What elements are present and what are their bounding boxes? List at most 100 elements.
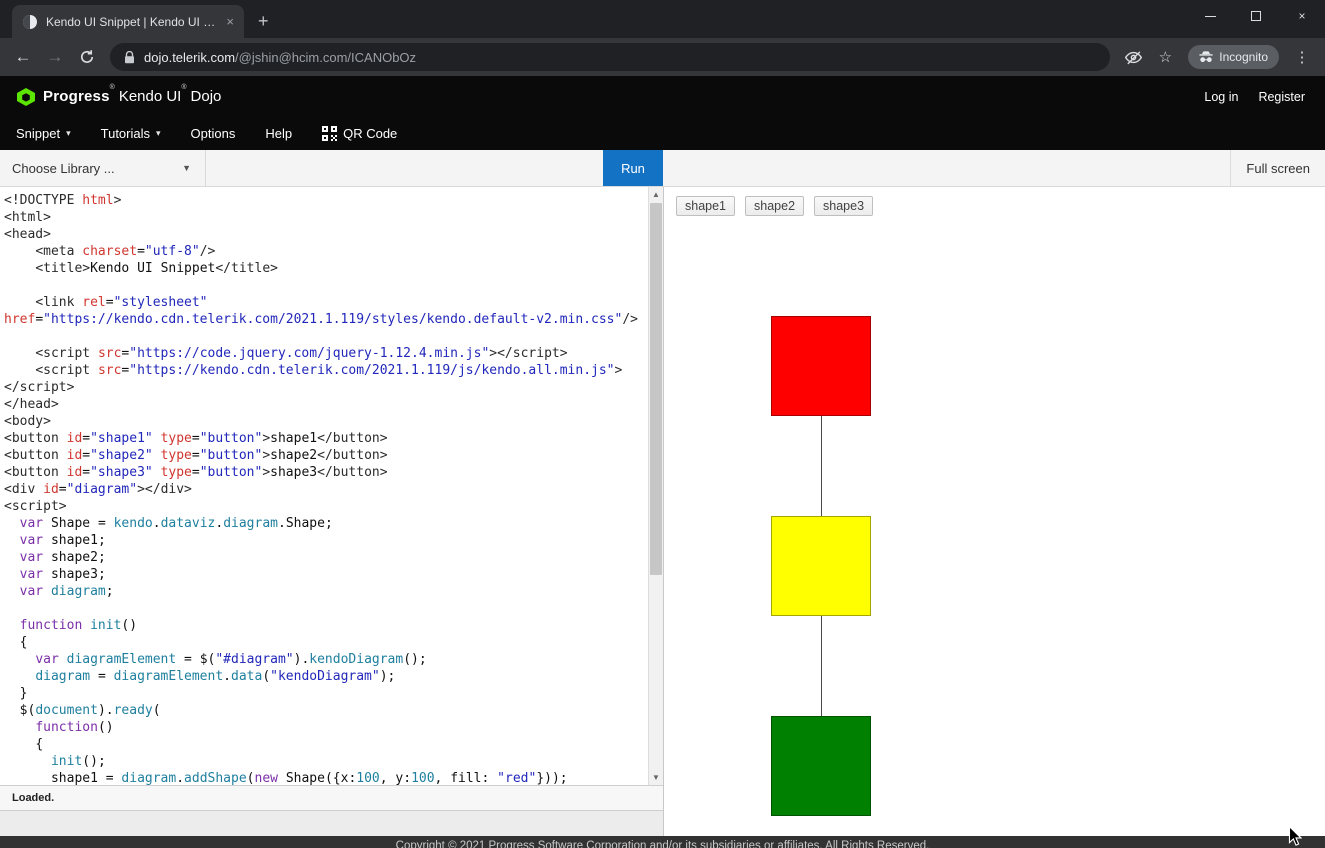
nav-item-help[interactable]: Help [265, 126, 292, 141]
code-line: </head> [4, 397, 59, 412]
scroll-up-arrow[interactable]: ▲ [649, 187, 663, 202]
brand-progress: Progress [43, 87, 110, 105]
code-line: <!DOCTYPE html> [4, 193, 122, 208]
full-screen-button[interactable]: Full screen [1230, 150, 1325, 186]
code-line: href="https://kendo.cdn.telerik.com/2021… [4, 312, 638, 327]
code-line: shape1 = diagram.addShape(new Shape({x:1… [50, 771, 568, 785]
code-line: <link rel="stylesheet" [35, 295, 208, 310]
browser-toolbar: ← → dojo.telerik.com/@jshin@hcim.com/ICA… [0, 38, 1325, 76]
scroll-down-arrow[interactable]: ▼ [649, 770, 663, 785]
run-button[interactable]: Run [603, 150, 663, 186]
copyright-text: Copyright © 2021 Progress Software Corpo… [395, 840, 930, 848]
bookmark-star-button[interactable]: ☆ [1150, 42, 1180, 72]
preview-button-shape2[interactable]: shape2 [745, 196, 805, 216]
nav-item-label: Tutorials [100, 126, 150, 141]
editor-scrollbar[interactable]: ▲ ▼ [648, 187, 663, 785]
diagram-connection[interactable] [821, 616, 822, 716]
dojo-toolbar: Choose Library ... ▼ Run Full screen [0, 150, 1325, 187]
code-line: { [35, 737, 44, 752]
nav-item-qr-code[interactable]: QR Code [322, 126, 397, 141]
eye-off-icon [1124, 50, 1142, 64]
address-bar[interactable]: dojo.telerik.com/@jshin@hcim.com/ICANObO… [110, 43, 1111, 71]
browser-menu-button[interactable]: ⋮ [1287, 42, 1317, 72]
code-line: <script src="https://kendo.cdn.telerik.c… [35, 363, 623, 378]
chevron-down-icon: ▼ [182, 163, 191, 173]
window-minimize-button[interactable] [1187, 0, 1233, 32]
code-line: <html> [4, 210, 51, 225]
nav-item-options[interactable]: Options [191, 126, 236, 141]
editor-status-bar: Loaded. [0, 785, 663, 811]
site-nav: Snippet ▾ Tutorials ▾ Options Help QR Code [0, 117, 1325, 150]
brand-dojo: Dojo [190, 87, 222, 105]
code-line: <title>Kendo UI Snippet</title> [35, 261, 278, 276]
window-maximize-button[interactable] [1233, 0, 1279, 32]
registered-mark: ® [109, 83, 115, 91]
code-line: <div id="diagram"></div> [4, 482, 192, 497]
reload-icon [80, 50, 94, 63]
progress-logo-icon [16, 87, 36, 107]
reload-button[interactable] [72, 42, 102, 72]
code-line: <button id="shape1" type="button">shape1… [4, 431, 388, 446]
diagram-shape-shape1[interactable] [771, 316, 871, 416]
tab-favicon-icon [22, 14, 38, 30]
back-button[interactable]: ← [8, 42, 38, 72]
code-line: function() [35, 720, 114, 735]
choose-library-label: Choose Library ... [12, 160, 115, 176]
incognito-icon [1199, 51, 1213, 63]
forward-button[interactable]: → [40, 42, 70, 72]
code-line: diagram = diagramElement.data("kendoDiag… [35, 669, 396, 684]
brand-kendo-ui: Kendo UI [118, 87, 182, 105]
diagram-shape-shape2[interactable] [771, 516, 871, 616]
preview-button-shape1[interactable]: shape1 [676, 196, 736, 216]
preview-button-shape3[interactable]: shape3 [814, 196, 874, 216]
preview-button-row: shape1 shape2 shape3 [676, 196, 874, 216]
diagram-connection[interactable] [821, 416, 822, 516]
tab-title: Kendo UI Snippet | Kendo UI Dojo [46, 14, 219, 29]
lock-icon [124, 50, 135, 64]
code-line: $(document).ready( [19, 703, 161, 718]
editor-filler [0, 811, 663, 836]
diagram-shape-shape3[interactable] [771, 716, 871, 816]
code-line: init(); [50, 754, 106, 769]
choose-library-select[interactable]: Choose Library ... ▼ [0, 150, 206, 186]
code-line: } [19, 686, 28, 701]
incognito-label: Incognito [1219, 50, 1268, 64]
scrollbar-thumb[interactable] [650, 203, 662, 575]
diagram-canvas[interactable] [671, 216, 1319, 836]
code-line: <button id="shape3" type="button">shape3… [4, 465, 388, 480]
nav-item-label: Snippet [16, 126, 61, 141]
url-path: /@jshin@hcim.com/ICANObOz [235, 49, 417, 65]
code-line: var shape3; [19, 567, 106, 582]
window-close-button[interactable]: × [1279, 0, 1325, 32]
code-line: var shape2; [19, 550, 106, 565]
eye-off-button[interactable] [1118, 42, 1148, 72]
browser-tab[interactable]: Kendo UI Snippet | Kendo UI Dojo × [12, 5, 244, 38]
tab-close-icon[interactable]: × [226, 14, 234, 29]
code-line: </script> [4, 380, 75, 395]
chevron-down-icon: ▾ [156, 128, 161, 138]
log-in-link[interactable]: Log in [1204, 90, 1238, 104]
register-link[interactable]: Register [1258, 90, 1305, 104]
url-domain: dojo.telerik.com [144, 49, 236, 65]
code-line: { [19, 635, 28, 650]
code-line: var Shape = kendo.dataviz.diagram.Shape; [19, 516, 333, 531]
nav-item-snippet[interactable]: Snippet ▾ [16, 126, 71, 141]
new-tab-button[interactable]: + [258, 11, 269, 32]
browser-tab-strip: Kendo UI Snippet | Kendo UI Dojo × + × [0, 0, 1325, 38]
code-line: var shape1; [19, 533, 106, 548]
registered-mark: ® [181, 83, 187, 91]
code-line: <head> [4, 227, 51, 242]
editor-pane: <!DOCTYPE html> <html> <head> <meta charse… [0, 187, 663, 836]
nav-item-tutorials[interactable]: Tutorials ▾ [101, 126, 161, 141]
code-line: <meta charset="utf-8"/> [35, 244, 216, 259]
nav-item-label: QR Code [343, 126, 398, 141]
qr-code-icon [322, 126, 338, 141]
progress-kendo-logo[interactable]: Progress®Kendo UI®Dojo [16, 83, 222, 107]
site-header: Progress®Kendo UI®Dojo Log in Register [0, 76, 1325, 117]
code-editor[interactable]: <!DOCTYPE html> <html> <head> <meta charse… [0, 187, 663, 785]
code-line: <button id="shape2" type="button">shape2… [4, 448, 388, 463]
incognito-badge: Incognito [1188, 45, 1279, 69]
